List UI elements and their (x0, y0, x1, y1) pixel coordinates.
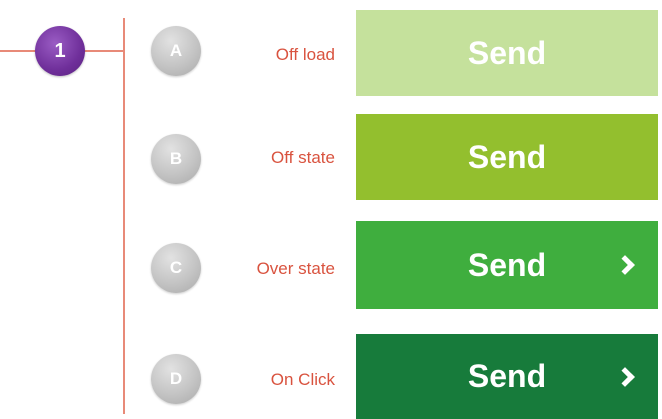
send-button-label: Send (467, 358, 547, 394)
state-label: Off state (271, 148, 335, 167)
send-button-off-state[interactable]: Send (356, 114, 658, 200)
chevron-right-icon (615, 255, 635, 275)
state-row-off-load: A Off load Send (0, 5, 662, 96)
send-button-over-state[interactable]: Send (356, 221, 658, 309)
state-label: On Click (270, 370, 335, 389)
state-letter: A (169, 41, 183, 60)
send-button-off-load[interactable]: Send (356, 10, 658, 96)
state-row-off-state: B Off state Send (0, 114, 662, 204)
state-letter-badge: A (151, 26, 201, 76)
send-button-on-click[interactable]: Send (356, 334, 658, 419)
state-letter-badge: B (151, 134, 201, 184)
state-letter: B (169, 149, 183, 168)
state-letter-badge: D (151, 354, 201, 404)
send-button-label: Send (467, 246, 547, 283)
button-states-diagram: 1 A Off load Send B Off state Send C Ove… (0, 0, 662, 419)
state-label: Off load (275, 45, 335, 64)
state-row-on-click: D On Click Send (0, 334, 662, 419)
state-label: Over state (256, 259, 335, 278)
state-letter: D (169, 369, 183, 388)
chevron-right-icon (615, 366, 635, 387)
send-button-label: Send (467, 34, 547, 71)
send-button-label: Send (467, 138, 547, 175)
state-letter: C (169, 258, 183, 277)
state-row-over-state: C Over state Send (0, 221, 662, 311)
state-letter-badge: C (151, 243, 201, 293)
